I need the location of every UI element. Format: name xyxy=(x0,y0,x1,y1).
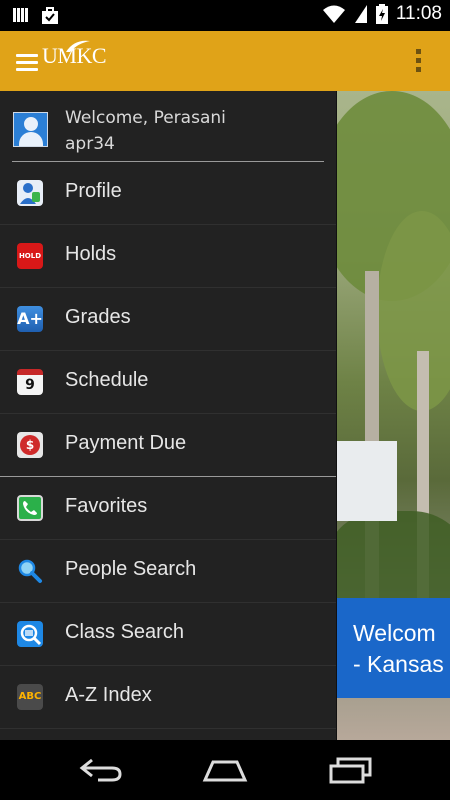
welcome-text: Welcome, Perasani xyxy=(65,108,226,128)
drawer-item-label: Favorites xyxy=(65,495,148,517)
home-icon[interactable] xyxy=(201,756,249,784)
signal-bars-icon xyxy=(13,8,28,22)
user-info: Welcome, Perasani apr34 xyxy=(65,105,226,157)
holds-icon: HOLD xyxy=(17,243,43,269)
banner-line-2: - Kansas xyxy=(353,651,444,677)
drawer-item-label: Profile xyxy=(65,180,122,202)
drawer-item-grades[interactable]: A+ Grades xyxy=(0,288,336,351)
magnifier-icon xyxy=(17,558,43,584)
drawer-item-class-search[interactable]: Class Search xyxy=(0,603,336,666)
welcome-banner[interactable]: Welcom - Kansas xyxy=(337,598,450,698)
abc-icon-text: ABC xyxy=(18,691,42,702)
username-text: apr34 xyxy=(65,134,115,154)
profile-icon xyxy=(17,180,43,206)
clock: 11:08 xyxy=(395,3,442,24)
user-header[interactable]: Welcome, Perasani apr34 xyxy=(0,91,336,161)
banner-line-1: Welcom xyxy=(353,620,436,646)
navigation-drawer: Welcome, Perasani apr34 Profile HOLD Hol… xyxy=(0,91,337,740)
back-icon[interactable] xyxy=(78,756,124,784)
avatar xyxy=(13,112,48,147)
drawer-item-label: A-Z Index xyxy=(65,684,152,706)
recents-icon[interactable] xyxy=(328,756,374,784)
payment-coin: $ xyxy=(20,435,40,455)
drawer-item-label: Schedule xyxy=(65,369,149,391)
drawer-item-favorites[interactable]: Favorites xyxy=(0,477,336,540)
status-bar: 11:08 xyxy=(0,0,450,31)
logo-swoosh-icon xyxy=(66,40,90,52)
drawer-item-schedule[interactable]: 9 Schedule xyxy=(0,351,336,414)
class-search-icon xyxy=(17,621,43,647)
calendar-icon: 9 xyxy=(17,369,43,395)
drawer-item-label: Payment Due xyxy=(65,432,187,454)
drawer-item-people-search[interactable]: People Search xyxy=(0,540,336,603)
abc-index-icon: ABC xyxy=(17,684,43,710)
payment-icon: $ xyxy=(17,432,43,458)
hamburger-icon[interactable] xyxy=(16,54,38,71)
drawer-item-az-index[interactable]: ABC A-Z Index xyxy=(0,666,336,729)
bag-check-icon xyxy=(42,7,58,24)
drawer-item-holds[interactable]: HOLD Holds xyxy=(0,225,336,288)
drawer-item-label: People Search xyxy=(65,558,197,580)
system-navigation-bar xyxy=(0,740,450,800)
wifi-icon xyxy=(322,5,345,23)
drawer-item-label: Holds xyxy=(65,243,117,265)
battery-charging-icon xyxy=(375,4,388,24)
phone-icon xyxy=(17,495,43,521)
umkc-logo[interactable]: UMKC xyxy=(42,40,107,69)
drawer-item-label: Class Search xyxy=(65,621,184,643)
drawer-item-payment-due[interactable]: $ Payment Due xyxy=(0,414,336,477)
overflow-menu-icon[interactable] xyxy=(416,49,422,76)
drawer-item-label: Grades xyxy=(65,306,131,328)
app-bar: UMKC xyxy=(0,31,450,91)
drawer-item-profile[interactable]: Profile xyxy=(0,162,336,225)
grades-icon: A+ xyxy=(17,306,43,332)
no-sim-icon xyxy=(354,5,367,23)
